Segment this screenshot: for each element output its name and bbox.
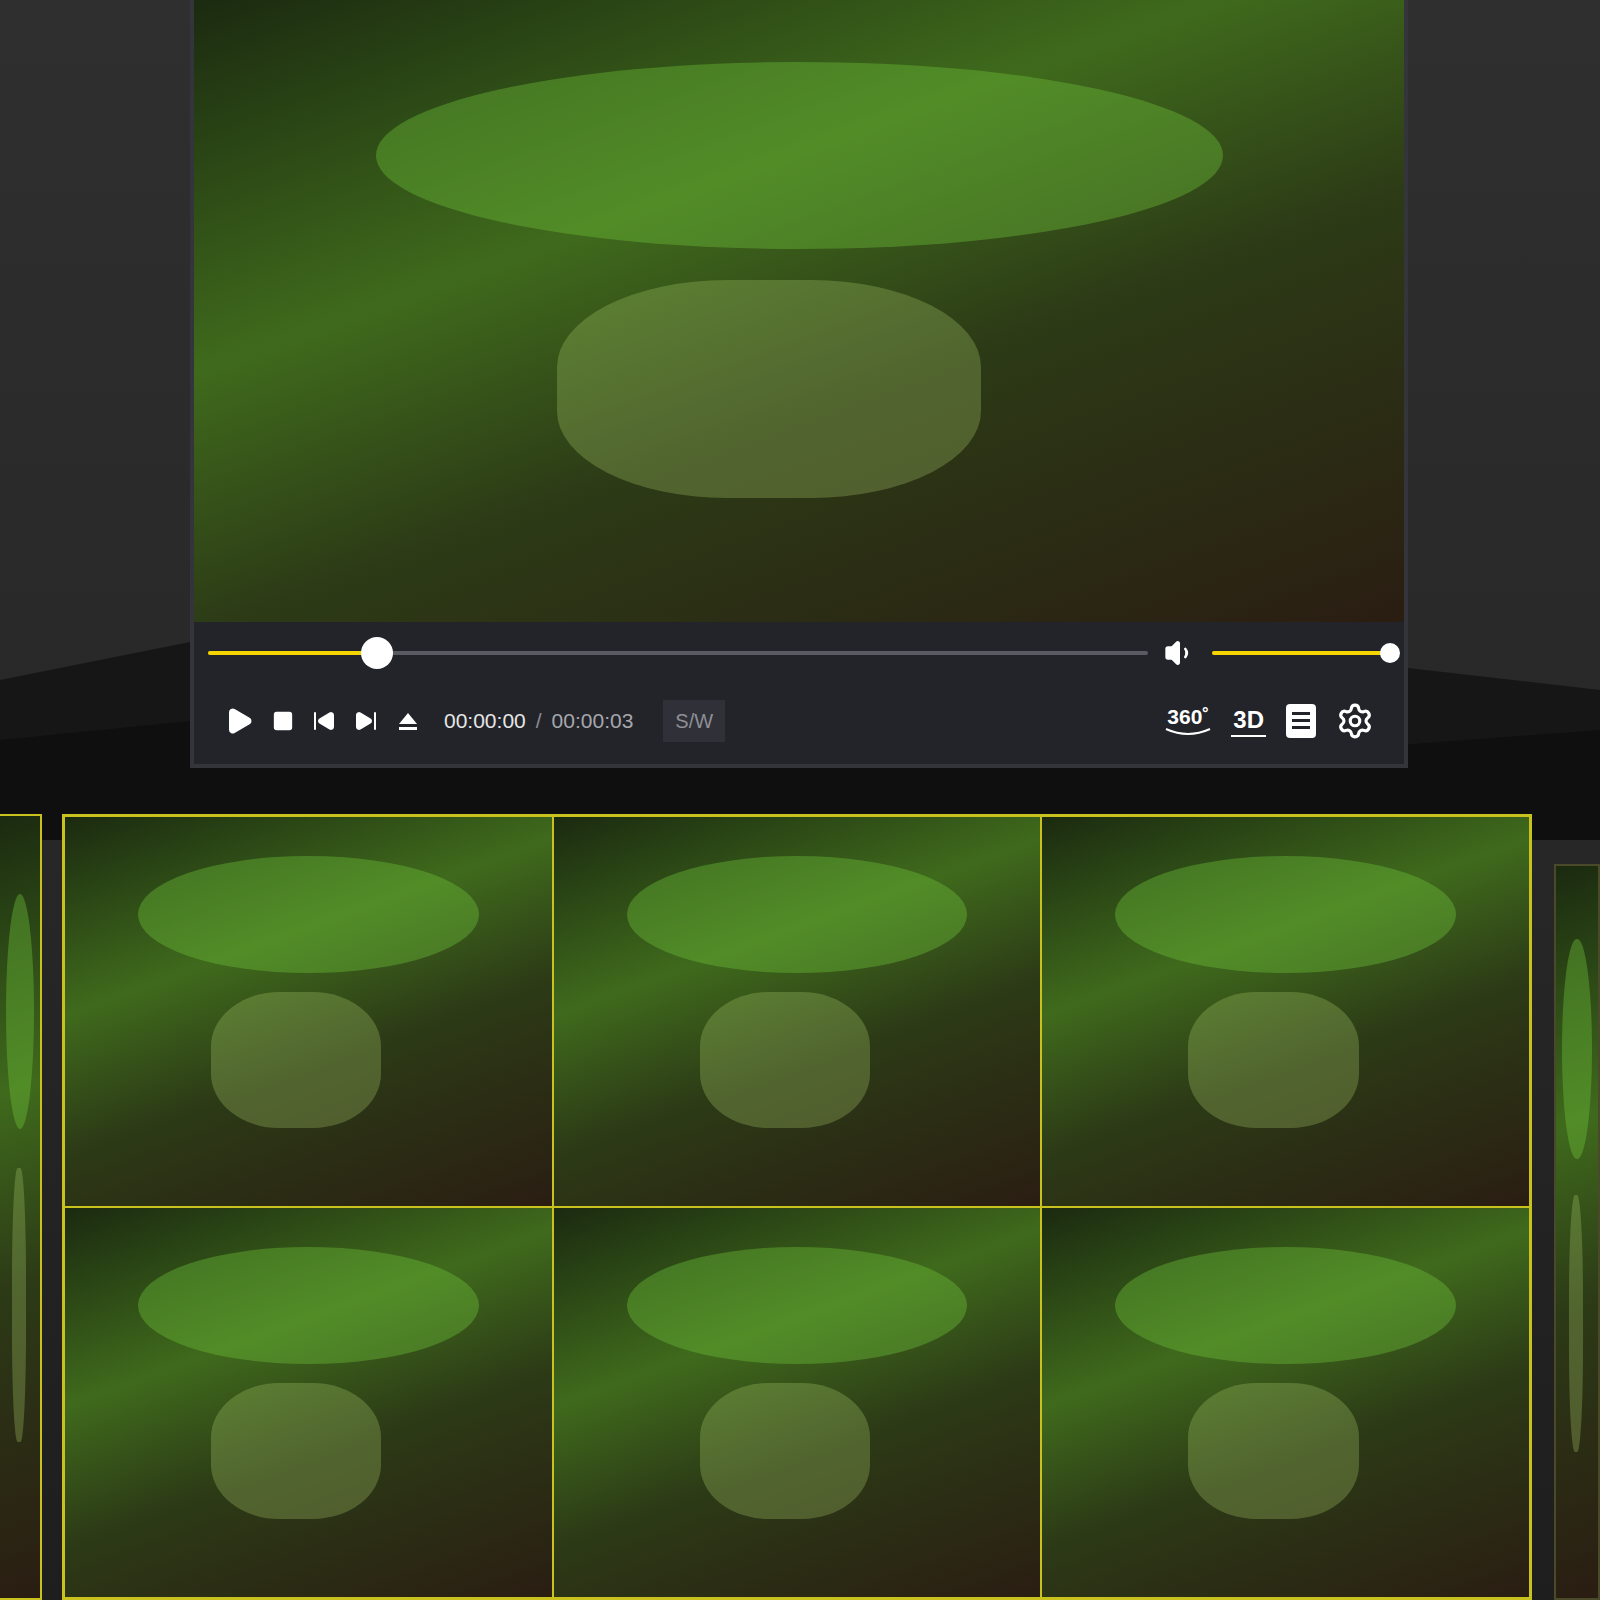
volume-knob[interactable] bbox=[1380, 643, 1400, 663]
button-row: 00:00:00 / 00:00:03 S/W 360˚ 3D bbox=[208, 684, 1390, 764]
next-icon[interactable] bbox=[354, 709, 378, 733]
frame-thumbnail bbox=[1041, 816, 1530, 1207]
volume-bar[interactable] bbox=[1212, 651, 1390, 655]
frame-grid bbox=[62, 814, 1532, 1600]
eject-icon[interactable] bbox=[396, 709, 420, 733]
rotate-arrow-icon bbox=[1163, 727, 1213, 737]
frame-strip bbox=[0, 814, 1600, 1600]
player-window: 00:00:00 / 00:00:03 S/W 360˚ 3D bbox=[190, 0, 1408, 768]
controls: 00:00:00 / 00:00:03 S/W 360˚ 3D bbox=[194, 622, 1404, 764]
total-time: 00:00:03 bbox=[552, 705, 634, 737]
vr-button[interactable]: 360˚ bbox=[1163, 706, 1213, 737]
video-frame bbox=[194, 0, 1404, 622]
frame-thumbnail bbox=[64, 1207, 553, 1598]
frame-thumbnail bbox=[553, 1207, 1042, 1598]
frame-thumbnail bbox=[553, 816, 1042, 1207]
partial-frame-right bbox=[1554, 864, 1600, 1600]
time-display: 00:00:00 / 00:00:03 bbox=[444, 705, 633, 737]
playlist-icon[interactable] bbox=[1284, 702, 1318, 740]
gear-icon[interactable] bbox=[1336, 702, 1374, 740]
seek-bar[interactable] bbox=[208, 651, 1148, 655]
previous-icon[interactable] bbox=[312, 709, 336, 733]
frame-thumbnail bbox=[1041, 1207, 1530, 1598]
stop-icon[interactable] bbox=[272, 710, 294, 732]
sw-button[interactable]: S/W bbox=[663, 700, 725, 742]
app: 00:00:00 / 00:00:03 S/W 360˚ 3D bbox=[0, 0, 1600, 1600]
seek-knob[interactable] bbox=[361, 637, 393, 669]
time-separator: / bbox=[536, 705, 542, 737]
partial-frame-left bbox=[0, 814, 42, 1600]
frame-thumbnail bbox=[64, 816, 553, 1207]
play-icon[interactable] bbox=[224, 706, 254, 736]
seek-row bbox=[208, 622, 1390, 684]
current-time: 00:00:00 bbox=[444, 705, 526, 737]
3d-button[interactable]: 3D bbox=[1231, 705, 1266, 737]
volume-icon[interactable] bbox=[1164, 637, 1196, 669]
